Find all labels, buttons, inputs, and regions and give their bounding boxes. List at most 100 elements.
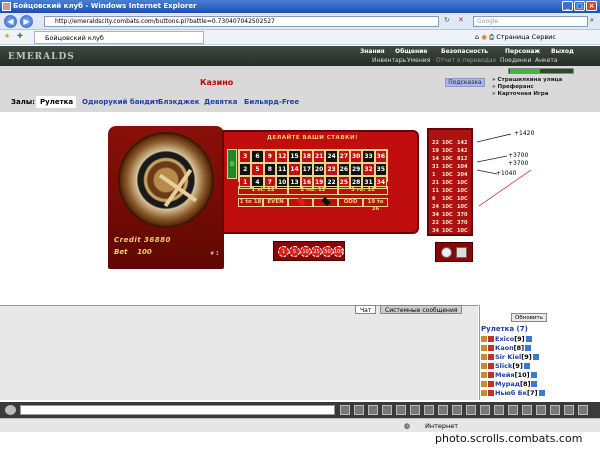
- spin-icon[interactable]: [441, 247, 452, 258]
- menu-inventory[interactable]: Инвентарь: [372, 57, 406, 64]
- chat-tool-icon[interactable]: [354, 405, 364, 415]
- minimize-button[interactable]: _: [562, 1, 573, 11]
- user-row[interactable]: Каоп[8]: [481, 344, 532, 353]
- chat-settings-icon[interactable]: [5, 405, 16, 415]
- cell-number[interactable]: 11: [275, 163, 289, 176]
- refresh-button[interactable]: Обновить: [511, 313, 547, 322]
- tab-system-messages[interactable]: Системные сообщения: [380, 305, 463, 314]
- chat-tool-icon[interactable]: [550, 405, 560, 415]
- menu-exit[interactable]: Выход: [551, 48, 574, 55]
- user-name[interactable]: Slick: [495, 362, 512, 370]
- cell-number[interactable]: 27: [337, 150, 350, 163]
- chat-tool-icon[interactable]: [340, 405, 350, 415]
- user-row[interactable]: Мурад[8]: [481, 380, 538, 389]
- user-name[interactable]: Ньюб Бк: [495, 389, 527, 397]
- cell-number[interactable]: 36: [374, 150, 387, 163]
- home-icon[interactable]: ⌂: [475, 33, 479, 41]
- user-row[interactable]: Ньюб Бк[7]: [481, 389, 546, 398]
- hall-roulette[interactable]: Рулетка: [40, 98, 73, 106]
- bet-black[interactable]: [313, 196, 338, 207]
- cell-number[interactable]: 15: [288, 150, 301, 163]
- user-name[interactable]: Мурад: [495, 380, 520, 388]
- user-name[interactable]: Sir Kiel: [495, 353, 521, 361]
- info-icon[interactable]: [525, 336, 532, 342]
- maximize-button[interactable]: □: [574, 1, 585, 11]
- cell-number[interactable]: 29: [349, 163, 363, 176]
- chat-tool-icon[interactable]: [452, 405, 462, 415]
- search-input[interactable]: Google: [473, 16, 588, 27]
- menu-transfers[interactable]: Отчет о переводах: [436, 57, 496, 64]
- user-row[interactable]: Sir Kiel[9]: [481, 353, 540, 362]
- hall-nine[interactable]: Девятка: [204, 98, 237, 106]
- chat-tool-icon[interactable]: [578, 405, 588, 415]
- bet-19-36[interactable]: 19 to 36: [363, 198, 388, 212]
- address-input[interactable]: http://emeraldscity.combats.com/buttons.…: [44, 16, 439, 27]
- hall-blackjack[interactable]: Блэкджек: [158, 98, 199, 106]
- chat-tool-icon[interactable]: [536, 405, 546, 415]
- link-street[interactable]: Страшилкина улица: [497, 77, 562, 83]
- chat-message-input[interactable]: [20, 405, 335, 415]
- user-name[interactable]: Каоп: [495, 344, 514, 352]
- tab-chat[interactable]: Чат: [355, 305, 377, 314]
- add-favorites-icon[interactable]: ✚: [17, 32, 23, 40]
- chat-tool-icon[interactable]: [438, 405, 448, 415]
- menu-security[interactable]: Безопасность: [441, 48, 488, 55]
- chat-tool-icon[interactable]: [410, 405, 420, 415]
- bet-1-18[interactable]: 1 to 18: [238, 198, 263, 207]
- chat-tool-icon[interactable]: [522, 405, 532, 415]
- chat-tool-icon[interactable]: [368, 405, 378, 415]
- user-row[interactable]: Exico[9]: [481, 335, 533, 344]
- forward-icon[interactable]: ▶: [20, 15, 33, 28]
- chip[interactable]: 5: [289, 246, 300, 257]
- user-name[interactable]: Exico: [495, 335, 514, 343]
- cell-number[interactable]: 33: [362, 150, 375, 163]
- cell-number[interactable]: 14: [288, 163, 301, 176]
- cell-number[interactable]: 3: [239, 150, 252, 163]
- chat-tool-icon[interactable]: [424, 405, 434, 415]
- info-icon[interactable]: [530, 372, 537, 378]
- hall-billiard[interactable]: Бильярд-Free: [244, 98, 299, 106]
- bet-even[interactable]: EVEN: [263, 198, 288, 207]
- chat-tool-icon[interactable]: [494, 405, 504, 415]
- cell-zero[interactable]: 0: [227, 149, 237, 179]
- info-icon[interactable]: [525, 345, 532, 351]
- cell-number[interactable]: 32: [362, 163, 375, 176]
- cell-number[interactable]: 23: [325, 163, 338, 176]
- bet-red[interactable]: [288, 196, 313, 207]
- link-preference[interactable]: Преферанс: [497, 84, 533, 90]
- cell-number[interactable]: 21: [312, 150, 326, 163]
- cell-number[interactable]: 9: [263, 150, 276, 163]
- cell-number[interactable]: 35: [374, 163, 387, 176]
- chat-tool-icon[interactable]: [480, 405, 490, 415]
- user-name[interactable]: Мейя: [495, 371, 515, 379]
- link-card-game[interactable]: Карточная Игра: [497, 91, 548, 97]
- info-icon[interactable]: [531, 381, 538, 387]
- info-icon[interactable]: [523, 363, 530, 369]
- chat-tool-icon[interactable]: [564, 405, 574, 415]
- chat-tool-icon[interactable]: [508, 405, 518, 415]
- feed-icon[interactable]: ◉: [481, 33, 487, 41]
- bet-odd[interactable]: ODD: [338, 198, 363, 207]
- user-row[interactable]: Slick[9]: [481, 362, 531, 371]
- chip[interactable]: 100: [333, 246, 344, 257]
- cell-number[interactable]: 30: [349, 150, 363, 163]
- stop-icon[interactable]: ✕: [458, 16, 464, 24]
- menu-battles[interactable]: Поединки: [500, 57, 531, 64]
- chat-tool-icon[interactable]: [382, 405, 392, 415]
- chat-area[interactable]: Чат Системные сообщения: [0, 305, 478, 400]
- dozen-3[interactable]: 3 rd. 12: [338, 186, 388, 195]
- cell-number[interactable]: 26: [337, 163, 350, 176]
- chip[interactable]: 10: [300, 246, 311, 257]
- dozen-2[interactable]: 2 nd. 12: [288, 186, 338, 195]
- cell-number[interactable]: 12: [275, 150, 289, 163]
- chat-tool-icon[interactable]: [396, 405, 406, 415]
- dozen-1[interactable]: 1 st. 12: [238, 186, 288, 195]
- favorites-icon[interactable]: ★: [4, 32, 10, 40]
- cell-number[interactable]: 17: [300, 163, 313, 176]
- cell-number[interactable]: 24: [325, 150, 338, 163]
- cell-number[interactable]: 2: [239, 163, 252, 176]
- cell-number[interactable]: 6: [251, 150, 264, 163]
- close-button[interactable]: ×: [586, 1, 597, 11]
- info-icon[interactable]: [538, 390, 545, 396]
- menu-skills[interactable]: Умения: [407, 57, 430, 64]
